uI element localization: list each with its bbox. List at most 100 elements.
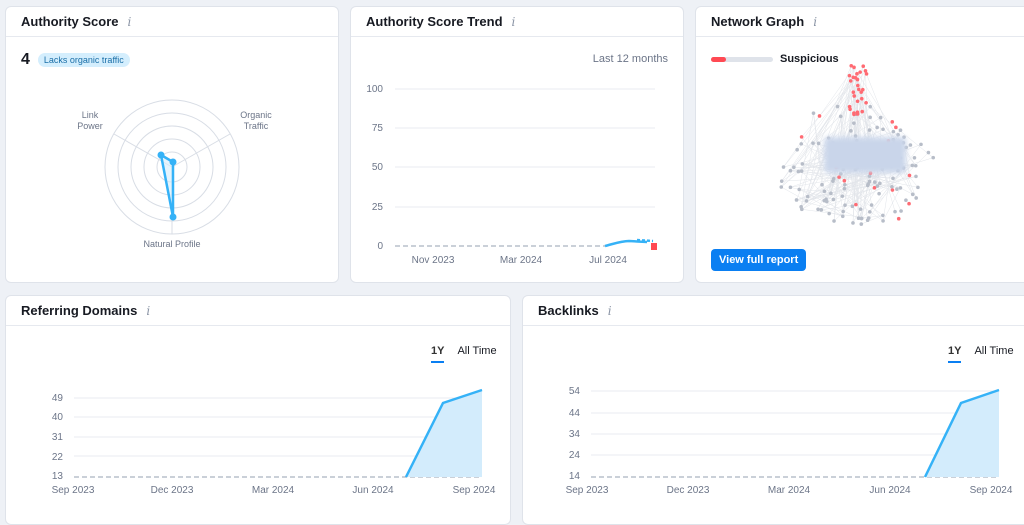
network-node (800, 169, 804, 173)
network-node (895, 187, 899, 191)
radar-point-link-power[interactable] (158, 152, 165, 159)
network-node (852, 113, 856, 117)
network-node (779, 185, 783, 189)
network-node (792, 165, 796, 169)
network-node (899, 209, 903, 213)
network-node (852, 90, 856, 94)
network-node (904, 198, 908, 202)
trend-chart: 100 75 50 25 0 Nov 2023 Mar 2024 Jul 202… (351, 7, 684, 283)
network-node (851, 221, 855, 225)
network-node (909, 143, 913, 147)
network-node (856, 112, 860, 116)
network-node (841, 214, 845, 218)
radar-label-organic: Organic (240, 110, 272, 120)
network-node (806, 195, 810, 199)
network-node (789, 169, 793, 173)
y-tick: 22 (52, 452, 64, 463)
y-tick: 100 (366, 84, 383, 95)
network-node (868, 180, 872, 184)
network-node (911, 193, 915, 197)
network-node (878, 182, 882, 186)
network-node (848, 107, 852, 111)
network-node (864, 101, 868, 105)
y-tick: 40 (52, 412, 64, 423)
network-node (852, 121, 856, 125)
y-tick: 34 (569, 429, 581, 440)
network-node (859, 207, 863, 211)
network-node (818, 114, 822, 118)
network-node (893, 210, 897, 214)
network-node (799, 142, 803, 146)
network-node (812, 111, 816, 115)
network-node (890, 185, 894, 189)
x-tick: Sep 2024 (970, 485, 1013, 496)
network-node (897, 217, 901, 221)
network-node (911, 164, 915, 168)
x-tick: Jun 2024 (352, 485, 394, 496)
network-node (914, 175, 918, 179)
network-node (864, 69, 868, 73)
x-tick: Dec 2023 (151, 485, 194, 496)
network-node (817, 142, 821, 146)
radar-point-organic-traffic[interactable] (170, 159, 177, 166)
blurred-domain (824, 137, 906, 173)
network-node (811, 141, 815, 145)
network-node (857, 88, 861, 92)
network-node (913, 156, 917, 160)
network-node (892, 130, 896, 134)
network-node (832, 198, 836, 202)
network-node (867, 216, 871, 220)
y-tick: 13 (52, 471, 64, 482)
network-node (894, 126, 898, 130)
network-node (848, 74, 852, 78)
network-node (795, 198, 799, 202)
network-node (914, 164, 918, 168)
network-node (843, 183, 847, 187)
network-node (899, 186, 903, 190)
network-node (843, 187, 847, 191)
x-tick: Sep 2023 (566, 485, 609, 496)
y-tick: 75 (372, 123, 384, 134)
y-tick: 31 (52, 432, 64, 443)
network-node (919, 143, 923, 147)
network-node (881, 214, 885, 218)
network-node (868, 128, 872, 132)
network-node (789, 186, 793, 190)
x-tick: Jul 2024 (589, 255, 627, 266)
y-tick: 49 (52, 393, 64, 404)
network-node (881, 219, 885, 223)
y-tick: 25 (372, 202, 384, 213)
network-graph-card: Network Graph i Suspicious View full rep… (695, 6, 1024, 283)
network-node (849, 79, 853, 83)
flag-icon[interactable] (651, 243, 657, 250)
network-node (841, 210, 845, 214)
radar-point-natural-profile[interactable] (170, 214, 177, 221)
network-node (795, 148, 799, 152)
network-node (877, 192, 881, 196)
network-node (927, 151, 931, 155)
view-full-report-button[interactable]: View full report (711, 249, 806, 271)
network-node (931, 156, 935, 160)
y-tick: 54 (569, 386, 581, 397)
network-node (829, 192, 833, 196)
network-node (856, 84, 860, 88)
network-node (800, 135, 804, 139)
network-node (914, 196, 918, 200)
network-node (879, 116, 883, 120)
network-node (891, 188, 895, 192)
network-node (861, 64, 865, 68)
x-tick: Sep 2023 (52, 485, 95, 496)
network-node (868, 116, 872, 120)
network-node (852, 66, 856, 70)
network-node (873, 186, 877, 190)
network-node (805, 199, 809, 203)
network-node (801, 162, 805, 166)
network-node (899, 128, 903, 132)
network-node (819, 208, 823, 212)
y-tick: 0 (377, 241, 383, 252)
x-tick: Mar 2024 (252, 485, 295, 496)
y-tick: 44 (569, 408, 581, 419)
network-node (854, 76, 858, 80)
network-node (839, 114, 843, 118)
network-node (908, 174, 912, 178)
